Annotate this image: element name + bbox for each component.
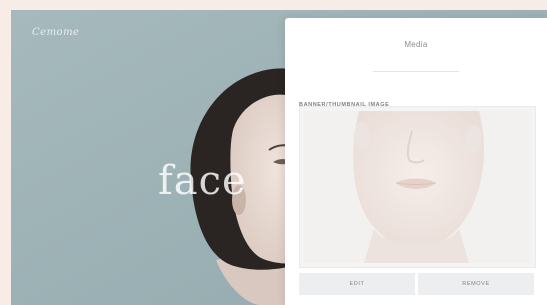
thumbnail-image[interactable]	[304, 111, 531, 263]
remove-button[interactable]: REMOVE	[418, 273, 534, 295]
edit-button[interactable]: EDIT	[299, 273, 415, 295]
media-settings-panel: Media BANNER/THUMBNAIL IMAGE EDIT REMOVE	[285, 18, 547, 305]
thumbnail-frame[interactable]	[299, 106, 536, 268]
tab-media-label: Media	[404, 39, 428, 49]
thumbnail-actions: EDIT REMOVE	[299, 273, 534, 295]
hero-title: face	[158, 158, 247, 204]
tab-media[interactable]: Media	[285, 18, 547, 76]
brand-logo[interactable]: Cemome	[32, 27, 79, 38]
tab-divider	[373, 71, 459, 72]
